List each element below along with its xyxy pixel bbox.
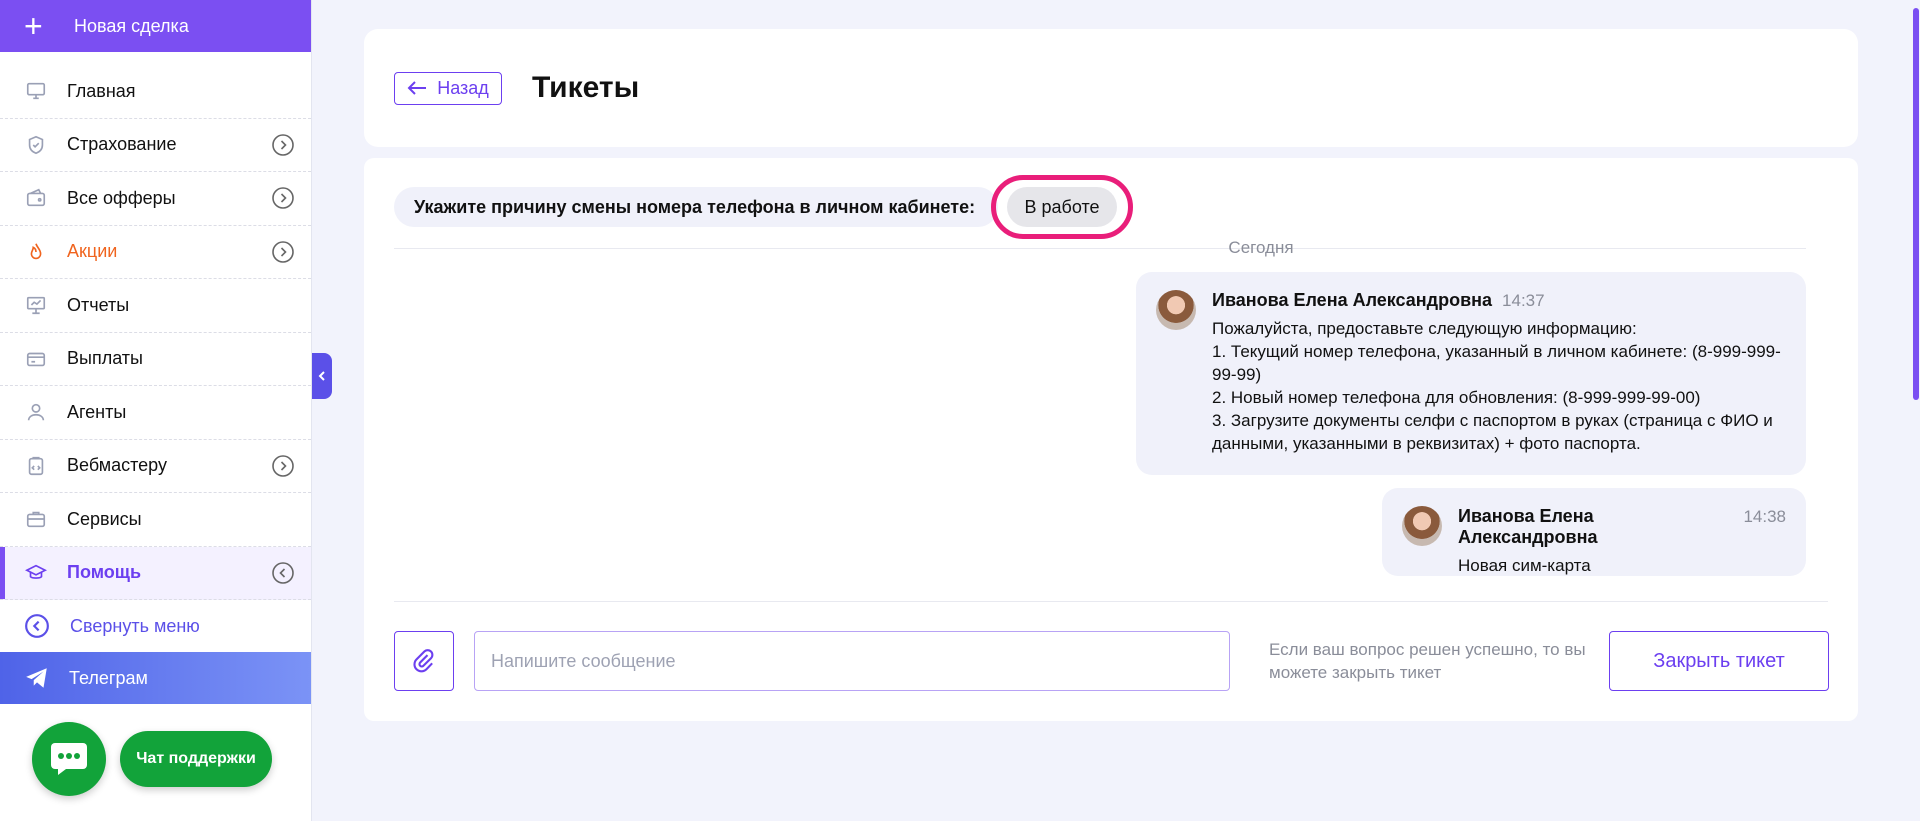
chevron-right-icon[interactable] — [271, 133, 295, 157]
sidebar-item-label: Главная — [67, 80, 136, 101]
wallet-icon — [24, 186, 48, 210]
chat-message: Иванова Елена Александровна 14:37 Пожалу… — [1136, 272, 1806, 475]
sidebar-item-offers[interactable]: Все офферы — [0, 172, 311, 226]
sidebar-item-label: Отчеты — [67, 294, 130, 315]
sidebar-item-label: Все офферы — [67, 187, 176, 208]
telegram-label: Телеграм — [69, 667, 148, 688]
sidebar-item-payouts[interactable]: Выплаты — [0, 333, 311, 386]
page-header: Назад Тикеты — [364, 29, 1858, 147]
sidebar-item-label: Страхование — [67, 134, 177, 155]
graduation-cap-icon — [24, 561, 48, 585]
message-text: Новая сим-карта — [1458, 556, 1591, 575]
sidebar-item-agents[interactable]: Агенты — [0, 386, 311, 440]
arrow-left-icon — [407, 81, 427, 95]
message-time: 14:38 — [1743, 507, 1786, 526]
avatar — [1402, 506, 1442, 546]
sidebar-item-label: Акции — [67, 241, 118, 262]
ticket-panel: Укажите причину смены номера телефона в … — [364, 158, 1858, 721]
message-body: Иванова Елена Александровна 14:38 Новая … — [1458, 506, 1786, 575]
chevron-left-icon[interactable] — [271, 561, 295, 585]
chevron-left-icon — [318, 371, 325, 381]
message-header: Иванова Елена Александровна 14:37 — [1212, 290, 1786, 311]
avatar — [1156, 290, 1196, 330]
plus-icon: + — [24, 8, 43, 44]
sidebar-item-home[interactable]: Главная — [0, 65, 311, 119]
chevron-right-icon[interactable] — [271, 186, 295, 210]
chevron-left-circle-icon — [25, 614, 49, 638]
status-badge: В работе — [1007, 187, 1117, 227]
sidebar-item-label: Агенты — [67, 401, 127, 422]
sidebar-item-services[interactable]: Сервисы — [0, 493, 311, 547]
message-author: Иванова Елена Александровна — [1458, 506, 1598, 547]
sidebar-item-help[interactable]: Помощь — [0, 546, 311, 600]
sidebar-toggle-button[interactable] — [312, 353, 332, 399]
chevron-right-icon[interactable] — [271, 454, 295, 478]
date-separator: Сегодня — [1228, 238, 1294, 257]
card-icon — [24, 347, 48, 371]
collapse-menu-button[interactable]: Свернуть меню — [0, 600, 311, 652]
sidebar-item-webmaster[interactable]: Вебмастеру — [0, 440, 311, 493]
status-highlight: В работе — [991, 175, 1133, 239]
collapse-menu-label: Свернуть меню — [70, 615, 200, 636]
new-deal-button[interactable]: + Новая сделка — [0, 0, 311, 52]
message-body: Иванова Елена Александровна 14:37 Пожалу… — [1212, 290, 1786, 457]
attach-file-button[interactable] — [394, 631, 454, 691]
sidebar-item-promotions[interactable]: Акции — [0, 226, 311, 279]
ticket-subject: Укажите причину смены номера телефона в … — [394, 187, 998, 227]
message-author: Иванова Елена Александровна — [1212, 290, 1493, 310]
sidebar-item-label: Вебмастеру — [67, 455, 167, 476]
close-ticket-hint: Если ваш вопрос решен успешно, то вы мож… — [1269, 640, 1586, 682]
close-ticket-button[interactable]: Закрыть тикет — [1609, 631, 1829, 691]
back-button[interactable]: Назад — [394, 71, 502, 105]
message-header: Иванова Елена Александровна 14:38 — [1458, 506, 1786, 548]
back-button-label: Назад — [437, 77, 489, 98]
presentation-chart-icon — [24, 293, 48, 317]
scrollbar-thumb[interactable] — [1913, 8, 1919, 400]
message-text: Пожалуйста, предоставьте следующую инфор… — [1212, 319, 1781, 453]
chevron-right-icon[interactable] — [271, 240, 295, 264]
sidebar-item-insurance[interactable]: Страхование — [0, 119, 311, 172]
message-time: 14:37 — [1502, 291, 1545, 310]
support-chat-bubble[interactable] — [32, 722, 106, 796]
telegram-link[interactable]: Телеграм — [0, 652, 311, 704]
sidebar-nav: Главная Страхование Все офферы Акции Отч… — [0, 65, 311, 600]
sidebar: + Новая сделка Главная Страхование Все о… — [0, 0, 312, 821]
support-chat-button[interactable]: Чат поддержки — [120, 731, 272, 787]
monitor-icon — [24, 79, 48, 103]
telegram-icon — [26, 668, 47, 688]
fire-icon — [24, 240, 48, 264]
code-clipboard-icon — [24, 454, 48, 478]
page-scrollbar[interactable] — [1912, 0, 1920, 821]
shield-icon — [24, 133, 48, 157]
sidebar-item-reports[interactable]: Отчеты — [0, 279, 311, 333]
divider — [394, 601, 1828, 602]
sidebar-item-label: Сервисы — [67, 508, 142, 529]
user-icon — [24, 400, 48, 424]
new-deal-label: Новая сделка — [74, 15, 189, 36]
chat-dots-icon — [51, 743, 87, 775]
support-chat-widget: Чат поддержки — [32, 722, 272, 796]
paperclip-icon — [413, 649, 434, 673]
sidebar-item-label: Помощь — [67, 562, 142, 583]
page-title: Тикеты — [532, 71, 640, 104]
sidebar-item-label: Выплаты — [67, 348, 143, 369]
chat-message: Иванова Елена Александровна 14:38 Новая … — [1382, 488, 1806, 576]
message-input[interactable] — [474, 631, 1230, 691]
briefcase-icon — [24, 507, 48, 531]
